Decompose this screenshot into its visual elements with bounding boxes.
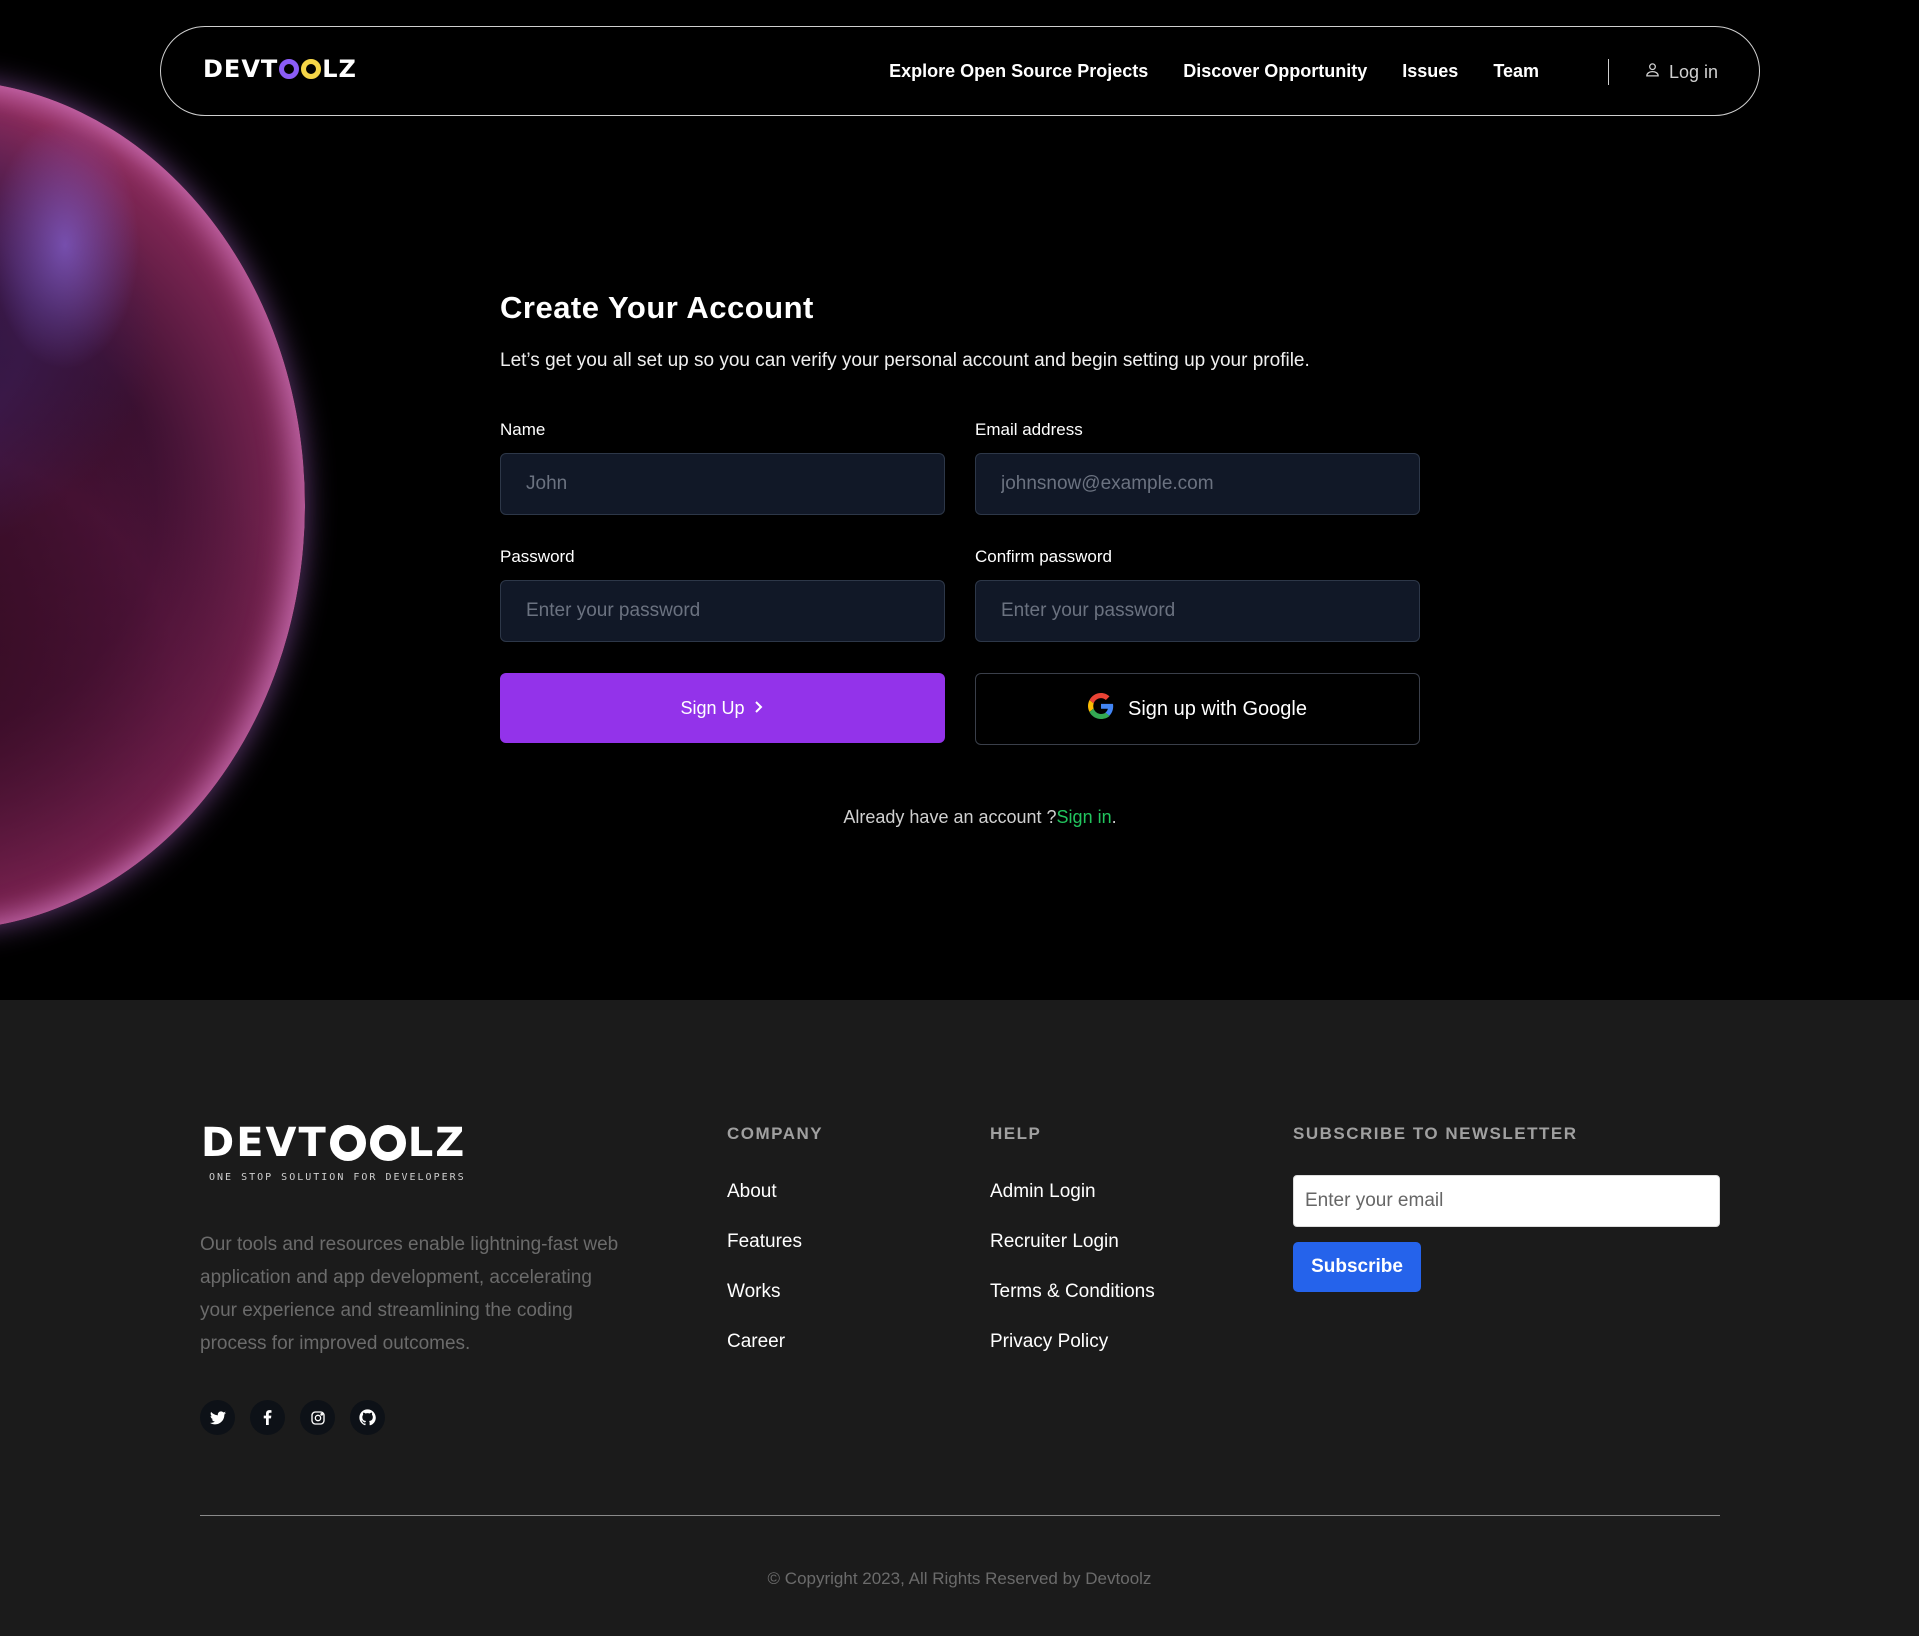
sign-in-link[interactable]: Sign in (1057, 807, 1112, 827)
github-icon[interactable] (350, 1400, 385, 1435)
nav-link-team[interactable]: Team (1493, 61, 1539, 82)
twitter-icon[interactable] (200, 1400, 235, 1435)
footer-link-terms[interactable]: Terms & Conditions (990, 1280, 1155, 1303)
footer-link-features[interactable]: Features (727, 1230, 802, 1253)
social-links (200, 1400, 385, 1435)
decorative-orb (0, 80, 305, 930)
footer-logo[interactable]: DEVT LZ ONE STOP SOLUTION FOR DEVELOPERS (201, 1120, 466, 1183)
google-signup-button[interactable]: Sign up with Google (975, 673, 1420, 745)
sign-up-label: Sign Up (680, 697, 745, 718)
nav-link-issues[interactable]: Issues (1402, 61, 1458, 82)
confirm-password-input[interactable] (975, 580, 1420, 642)
google-signup-label: Sign up with Google (1127, 697, 1307, 720)
name-input[interactable] (500, 453, 945, 515)
footer-divider (200, 1515, 1720, 1516)
company-heading: COMPANY (727, 1124, 824, 1143)
company-links: About Features Works Career (727, 1180, 802, 1353)
help-heading: HELP (990, 1124, 1042, 1143)
newsletter-heading: SUBSCRIBE TO NEWSLETTER (1293, 1124, 1578, 1143)
chevron-right-icon (753, 698, 765, 719)
email-input[interactable] (975, 453, 1420, 515)
google-icon (1087, 693, 1114, 725)
password-input[interactable] (500, 580, 945, 642)
nav-link-opportunity[interactable]: Discover Opportunity (1183, 61, 1367, 82)
login-button[interactable]: Log in (1644, 61, 1718, 83)
signin-prompt: Already have an account ?Sign in. (843, 807, 1117, 827)
nav-links: Explore Open Source Projects Discover Op… (889, 61, 1539, 82)
footer-link-privacy[interactable]: Privacy Policy (990, 1330, 1155, 1353)
nav-link-explore[interactable]: Explore Open Source Projects (889, 61, 1148, 82)
footer-link-recruiter-login[interactable]: Recruiter Login (990, 1230, 1155, 1253)
sign-up-button[interactable]: Sign Up (500, 673, 945, 743)
footer-link-works[interactable]: Works (727, 1280, 802, 1303)
name-label: Name (500, 420, 546, 439)
hero-section: DEVT LZ Explore Open Source Projects Dis… (0, 0, 1919, 1000)
footer: DEVT LZ ONE STOP SOLUTION FOR DEVELOPERS… (0, 1000, 1919, 1636)
newsletter-email-input[interactable] (1293, 1175, 1720, 1227)
logo-ring-yellow (369, 1125, 406, 1161)
footer-link-about[interactable]: About (727, 1180, 802, 1203)
password-label: Password (500, 547, 575, 566)
copyright: © Copyright 2023, All Rights Reserved by… (767, 1569, 1152, 1588)
signup-form: Create Your Account Let’s get you all se… (500, 290, 1420, 827)
logo[interactable]: DEVT LZ (203, 55, 357, 83)
login-label: Log in (1669, 61, 1719, 82)
footer-description: Our tools and resources enable lightning… (200, 1234, 619, 1354)
email-label: Email address (975, 420, 1083, 439)
help-links: Admin Login Recruiter Login Terms & Cond… (990, 1180, 1155, 1353)
navbar: DEVT LZ Explore Open Source Projects Dis… (160, 26, 1760, 116)
logo-ring-purple (279, 59, 300, 79)
logo-tagline: ONE STOP SOLUTION FOR DEVELOPERS (209, 1172, 466, 1183)
footer-link-admin-login[interactable]: Admin Login (990, 1180, 1155, 1203)
subscribe-button[interactable]: Subscribe (1293, 1242, 1421, 1292)
footer-link-career[interactable]: Career (727, 1330, 802, 1353)
confirm-password-label: Confirm password (975, 547, 1112, 566)
logo-ring-purple (329, 1125, 366, 1161)
logo-ring-yellow (301, 59, 322, 79)
facebook-icon[interactable] (250, 1400, 285, 1435)
instagram-icon[interactable] (300, 1400, 335, 1435)
nav-divider (1608, 59, 1609, 85)
user-icon (1644, 61, 1661, 83)
